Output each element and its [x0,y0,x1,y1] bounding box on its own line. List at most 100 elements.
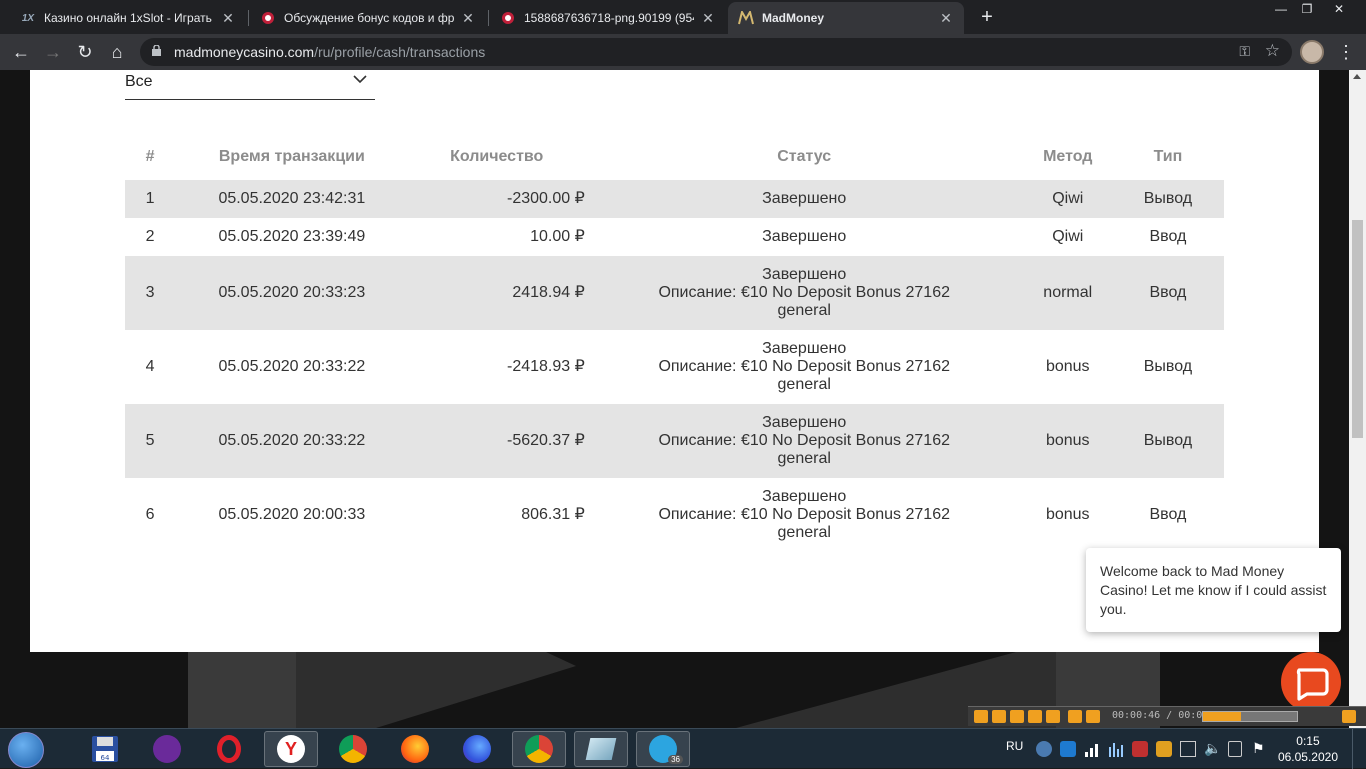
taskbar-notes-app[interactable] [574,731,628,767]
firefox-icon [401,735,429,763]
taskbar-telegram[interactable]: 36 [636,731,690,767]
system-clock[interactable]: 0:15 06.05.2020 [1278,733,1338,765]
taskbar-opera[interactable] [202,731,256,767]
cell-time: 05.05.2020 23:39:49 [218,228,366,245]
taskbar-chrome[interactable] [326,731,380,767]
status-description: Описание: €10 No Deposit Bonus 27162 [658,284,950,301]
tab-png-image[interactable]: 1588687636718-png.90199 (954 ✕ [490,2,726,34]
close-icon[interactable]: ✕ [938,10,954,27]
cell-method: bonus [1045,506,1090,523]
fast-forward-icon[interactable] [1046,710,1060,723]
transaction-filter-select[interactable]: Все [125,70,375,100]
cell-status: Завершено Описание: €10 No Deposit Bonus… [584,256,1024,330]
telegram-unread-badge: 36 [668,755,683,764]
browser-toolbar: ← → ↻ ⌂ madmoneycasino.com/ru/profile/ca… [0,34,1366,70]
antivirus-tray-icon[interactable] [1132,741,1148,757]
start-button[interactable] [8,732,44,768]
play-icon[interactable] [974,710,988,723]
player-volume-bar[interactable] [1202,711,1298,722]
profile-avatar[interactable] [1300,40,1324,64]
header-amount: Количество [450,148,544,165]
cell-num: 2 [145,228,155,245]
home-button[interactable]: ⌂ [104,40,130,64]
chat-welcome-bubble[interactable]: Welcome back to Mad Money Casino! Let me… [1086,548,1341,632]
browser-menu-icon[interactable]: ⋮ [1336,40,1356,64]
volume-icon[interactable]: 🔈 [1204,740,1221,756]
poker-chip-icon [260,10,276,26]
cell-status: Завершено Описание: €10 No Deposit Bonus… [585,478,1024,552]
tab-1xslot[interactable]: 1X Казино онлайн 1xSlot - Играть в ✕ [10,2,246,34]
close-icon[interactable]: ✕ [220,10,236,27]
key-icon[interactable]: ⚿ [1239,43,1250,60]
signal-bars-icon[interactable] [1084,741,1100,757]
network-globe-icon[interactable] [1036,741,1052,757]
cell-amount: -2418.93 ₽ [507,358,585,375]
audio-levels-icon[interactable] [1108,741,1124,757]
taskbar-firefox[interactable] [388,731,442,767]
action-center-flag-icon[interactable]: ⚑ [1252,740,1265,756]
page-scrollbar[interactable] [1349,70,1366,728]
cell-type: Ввод [1149,228,1187,245]
close-icon[interactable]: ✕ [700,10,716,27]
chevron-down-icon [353,75,367,84]
taskbar-firefox-dev[interactable] [450,731,504,767]
player-tray-icon[interactable] [1156,741,1172,757]
restore-button[interactable]: ❐ [1294,0,1320,20]
taskbar-chrome-active[interactable] [512,731,566,767]
back-button[interactable]: ← [8,40,34,64]
cell-status: Завершено Описание: €10 No Deposit Bonus… [585,330,1024,404]
table-row: 6 05.05.2020 20:00:33 806.31 ₽ Завершено… [125,478,1224,552]
scroll-up-arrow-icon[interactable] [1353,74,1361,79]
status-general: general [777,376,831,393]
cell-type: Вывод [1143,358,1193,375]
media-player-icon [153,735,181,763]
status-text: Завершено [762,190,847,207]
transactions-table: # Время транзакции Количество Статус Мет… [125,134,1224,552]
language-indicator[interactable]: RU [1006,739,1023,753]
taskbar-floppy-app[interactable]: 64 [78,731,132,767]
window-close-button[interactable]: ✕ [1326,0,1352,20]
windows-taskbar: 64 Y 36 RU 🔈 ⚑ 0:15 06.05.2020 [0,728,1366,769]
cell-type: Ввод [1149,506,1187,523]
repeat-icon[interactable] [1068,710,1082,723]
usb-device-icon[interactable] [1228,741,1242,757]
ie-tray-icon[interactable] [1060,741,1076,757]
player-menu-icon[interactable] [1342,710,1356,723]
tab-title: Казино онлайн 1xSlot - Играть в [44,11,214,25]
taskbar-yandex-browser[interactable]: Y [264,731,318,767]
tab-madmoney[interactable]: MadMoney ✕ [728,2,964,34]
pause-icon[interactable] [992,710,1006,723]
bookmark-star-icon[interactable]: ☆ [1265,41,1280,61]
show-desktop-button[interactable] [1352,729,1366,769]
reload-button[interactable]: ↻ [72,40,98,64]
madmoney-logo-icon [738,10,754,26]
tab-title: MadMoney [762,11,825,25]
chat-launcher-button[interactable] [1281,652,1341,712]
header-method: Метод [1043,148,1093,165]
tab-bonus-codes[interactable]: Обсуждение бонус кодов и фри ✕ [250,2,486,34]
tab-separator [248,10,249,26]
table-header-row: # Время транзакции Количество Статус Мет… [125,134,1224,180]
forward-button[interactable]: → [40,40,66,64]
opera-icon [217,735,241,763]
scrollbar-thumb[interactable] [1352,220,1363,438]
cell-method: Qiwi [1052,228,1084,245]
status-description: Описание: €10 No Deposit Bonus 27162 [658,506,950,523]
cell-amount: 10.00 ₽ [530,228,585,245]
cell-time: 05.05.2020 20:00:33 [218,506,366,523]
next-icon[interactable] [1086,710,1100,723]
close-icon[interactable]: ✕ [460,10,476,27]
new-tab-button[interactable]: + [976,6,998,28]
cell-method: bonus [1045,358,1090,375]
minimize-button[interactable]: — [1268,0,1294,20]
stop-icon[interactable] [1010,710,1024,723]
keyboard-tray-icon[interactable] [1180,741,1196,757]
status-text: Завершено [762,488,847,505]
cell-num: 1 [125,180,176,218]
cell-amount: -5620.37 ₽ [408,404,585,478]
rewind-icon[interactable] [1028,710,1042,723]
cell-method: bonus [1023,404,1112,478]
address-bar[interactable]: madmoneycasino.com/ru/profile/cash/trans… [140,38,1292,66]
taskbar-media-app[interactable] [140,731,194,767]
cell-time: 05.05.2020 23:42:31 [175,180,409,218]
